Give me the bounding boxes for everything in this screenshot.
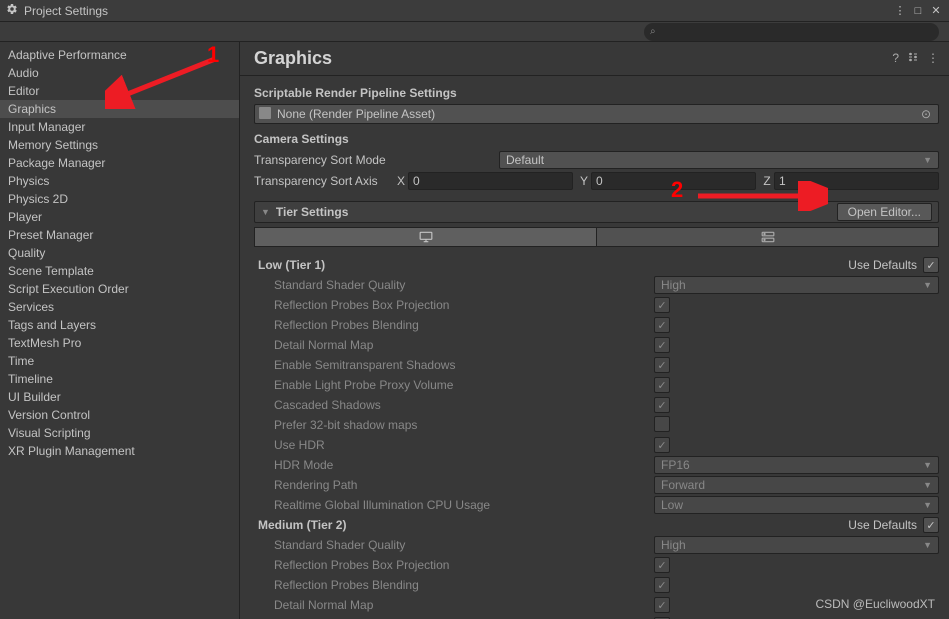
hdrmode-label: HDR Mode <box>254 458 654 472</box>
hdrmode-0: FP16▼ <box>654 456 939 474</box>
refl-blend-label: Reflection Probes Blending <box>254 318 654 332</box>
use-defaults-label: Use Defaults <box>848 258 917 272</box>
search-input[interactable] <box>644 23 939 41</box>
search-icon: ⌕ <box>650 26 656 37</box>
sidebar-item-timeline[interactable]: Timeline <box>0 370 239 388</box>
std-shader-label: Standard Shader Quality <box>254 538 654 552</box>
sidebar-item-package-manager[interactable]: Package Manager <box>0 154 239 172</box>
srp-section-title: Scriptable Render Pipeline Settings <box>254 86 939 100</box>
refl-blend-1 <box>654 577 670 593</box>
sidebar-item-audio[interactable]: Audio <box>0 64 239 82</box>
sidebar-item-editor[interactable]: Editor <box>0 82 239 100</box>
sidebar-item-quality[interactable]: Quality <box>0 244 239 262</box>
sort-mode-label: Transparency Sort Mode <box>254 153 499 167</box>
refl-box-label: Reflection Probes Box Projection <box>254 298 654 312</box>
tier-settings-foldout[interactable]: ▼ Tier Settings Open Editor... <box>254 201 939 223</box>
gi-cpu-label: Realtime Global Illumination CPU Usage <box>254 498 654 512</box>
tier-1-use-defaults-checkbox[interactable] <box>923 517 939 533</box>
prefer32-label: Prefer 32-bit shadow maps <box>254 418 654 432</box>
refl-blend-label: Reflection Probes Blending <box>254 578 654 592</box>
sidebar-item-input-manager[interactable]: Input Manager <box>0 118 239 136</box>
window-title: Project Settings <box>24 4 893 18</box>
axis-x-input[interactable] <box>408 172 573 190</box>
titlebar: Project Settings ⋮ □ ✕ <box>0 0 949 22</box>
detail-normal-label: Detail Normal Map <box>254 598 654 612</box>
sidebar-item-physics[interactable]: Physics <box>0 172 239 190</box>
sidebar-item-player[interactable]: Player <box>0 208 239 226</box>
axis-z-input[interactable] <box>774 172 939 190</box>
object-picker-icon[interactable]: ⊙ <box>918 107 934 121</box>
sidebar-item-textmesh-pro[interactable]: TextMesh Pro <box>0 334 239 352</box>
sidebar-item-physics-2d[interactable]: Physics 2D <box>0 190 239 208</box>
refl-box-0 <box>654 297 670 313</box>
sidebar-item-memory-settings[interactable]: Memory Settings <box>0 136 239 154</box>
refl-box-label: Reflection Probes Box Projection <box>254 558 654 572</box>
renderpath-0: Forward▼ <box>654 476 939 494</box>
sidebar-item-time[interactable]: Time <box>0 352 239 370</box>
camera-section-title: Camera Settings <box>254 132 939 146</box>
context-menu-icon[interactable]: ⋮ <box>927 51 939 66</box>
foldout-arrow-icon: ▼ <box>261 207 270 217</box>
refl-box-1 <box>654 557 670 573</box>
std-shader-label: Standard Shader Quality <box>254 278 654 292</box>
sidebar-item-visual-scripting[interactable]: Visual Scripting <box>0 424 239 442</box>
main-panel: Graphics ? ⋮ Scriptable Render Pipeline … <box>240 42 949 619</box>
maximize-icon[interactable]: □ <box>911 4 925 18</box>
toolbar: ⌕ <box>0 22 949 42</box>
sidebar: Adaptive PerformanceAudioEditorGraphicsI… <box>0 42 240 619</box>
sidebar-item-preset-manager[interactable]: Preset Manager <box>0 226 239 244</box>
light-probe-label: Enable Light Probe Proxy Volume <box>254 378 654 392</box>
sort-mode-dropdown[interactable]: Default▼ <box>499 151 939 169</box>
usehdr-label: Use HDR <box>254 438 654 452</box>
asset-icon <box>259 107 271 122</box>
tier-1-title: Medium (Tier 2) <box>254 518 848 532</box>
tier-0-use-defaults-checkbox[interactable] <box>923 257 939 273</box>
axis-x-label: X <box>394 174 408 188</box>
cascaded-0 <box>654 397 670 413</box>
sidebar-item-tags-and-layers[interactable]: Tags and Layers <box>0 316 239 334</box>
tier-0-title: Low (Tier 1) <box>254 258 848 272</box>
semi-shadow-label: Enable Semitransparent Shadows <box>254 358 654 372</box>
sidebar-item-scene-template[interactable]: Scene Template <box>0 262 239 280</box>
open-editor-button[interactable]: Open Editor... <box>837 203 932 221</box>
close-icon[interactable]: ✕ <box>929 4 943 18</box>
sidebar-item-xr-plugin-management[interactable]: XR Plugin Management <box>0 442 239 460</box>
gi-cpu-0: Low▼ <box>654 496 939 514</box>
axis-y-label: Y <box>577 174 591 188</box>
sidebar-item-graphics[interactable]: Graphics <box>0 100 239 118</box>
sidebar-item-services[interactable]: Services <box>0 298 239 316</box>
sidebar-item-script-execution-order[interactable]: Script Execution Order <box>0 280 239 298</box>
detail-normal-1 <box>654 597 670 613</box>
help-icon[interactable]: ? <box>892 51 899 66</box>
menu-icon[interactable]: ⋮ <box>893 4 907 18</box>
axis-z-label: Z <box>760 174 774 188</box>
refl-blend-0 <box>654 317 670 333</box>
use-defaults-label: Use Defaults <box>848 518 917 532</box>
sidebar-item-version-control[interactable]: Version Control <box>0 406 239 424</box>
sort-axis-label: Transparency Sort Axis <box>254 174 394 188</box>
usehdr-0 <box>654 437 670 453</box>
axis-y-input[interactable] <box>591 172 756 190</box>
page-title: Graphics <box>254 48 892 69</box>
sidebar-item-ui-builder[interactable]: UI Builder <box>0 388 239 406</box>
detail-normal-0 <box>654 337 670 353</box>
prefer32-0 <box>654 416 670 432</box>
tier-settings-title: Tier Settings <box>276 205 837 219</box>
semi-shadow-0 <box>654 357 670 373</box>
srp-asset-value: None (Render Pipeline Asset) <box>277 107 918 121</box>
platform-tab-server[interactable] <box>597 227 939 247</box>
chevron-down-icon: ▼ <box>923 155 932 165</box>
presets-icon[interactable] <box>907 51 919 66</box>
renderpath-label: Rendering Path <box>254 478 654 492</box>
cascaded-label: Cascaded Shadows <box>254 398 654 412</box>
gear-icon <box>6 3 18 18</box>
light-probe-0 <box>654 377 670 393</box>
std-shader-1: High▼ <box>654 536 939 554</box>
srp-asset-field[interactable]: None (Render Pipeline Asset) ⊙ <box>254 104 939 124</box>
std-shader-0: High▼ <box>654 276 939 294</box>
detail-normal-label: Detail Normal Map <box>254 338 654 352</box>
platform-tab-standalone[interactable] <box>254 227 597 247</box>
sidebar-item-adaptive-performance[interactable]: Adaptive Performance <box>0 46 239 64</box>
